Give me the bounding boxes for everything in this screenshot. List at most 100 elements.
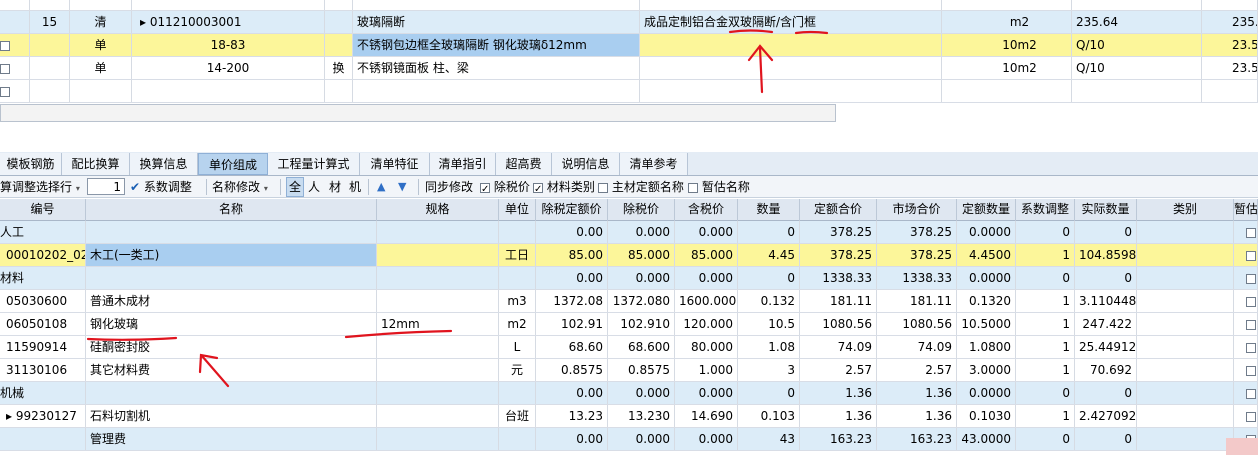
quantity-cell[interactable]: 3 (738, 359, 800, 381)
empty-row[interactable] (0, 80, 1258, 103)
group-row[interactable]: 机械 0.00 0.000 0.000 0 1.36 1.36 0.0000 0 0 (0, 382, 1258, 405)
tab-conversion-info[interactable]: 换算信息 (130, 153, 198, 175)
tab-description[interactable]: 说明信息 (552, 153, 620, 175)
name-cell[interactable] (86, 221, 377, 243)
resource-row[interactable]: 05030600 普通木成材 m3 1372.08 1372.080 1600.000 0.… (0, 290, 1258, 313)
header-unit[interactable]: 单位 (499, 199, 536, 221)
header-category[interactable]: 类别 (1137, 199, 1234, 221)
spec-cell[interactable] (377, 244, 499, 266)
code-cell[interactable]: 31130106 (0, 359, 86, 381)
tax-incl-price-cell[interactable]: 1600.000 (675, 290, 738, 312)
tab-bill-guide[interactable]: 清单指引 (430, 153, 496, 175)
feature-cell[interactable] (640, 57, 942, 79)
tax-excl-price-cell[interactable]: 0.000 (608, 382, 675, 404)
resource-row[interactable]: 00010202_02 木工(一类工) 工日 85.00 85.000 85.000 4.4… (0, 244, 1258, 267)
name-cell[interactable]: 管理费 (86, 428, 377, 450)
row-select-cell[interactable] (0, 0, 30, 10)
code-cell[interactable]: 18-83 (132, 34, 325, 56)
code-cell[interactable]: 11590914 (0, 336, 86, 358)
checkbox[interactable] (688, 182, 698, 193)
tax-excl-price-cell[interactable]: 13.230 (608, 405, 675, 427)
tax-excl-price-cell[interactable]: 0.000 (608, 428, 675, 450)
resource-row[interactable]: 31130106 其它材料费元 0.8575 0.8575 1.000 3 2.57 2.57… (0, 359, 1258, 382)
tab-mix-conversion[interactable]: 配比换算 (62, 153, 130, 175)
name-cell[interactable]: 普通木成材 (86, 290, 377, 312)
adjust-select-dropdown[interactable]: 调整选择行 ▾ (12, 176, 80, 198)
code-cell[interactable]: 06050108 (0, 313, 86, 335)
coefficient-cell[interactable]: 1 (1016, 405, 1075, 427)
calc-button[interactable]: 算 (0, 176, 12, 198)
header-code[interactable]: 编号 (0, 199, 86, 221)
qty-cell[interactable]: Q/10 (1072, 57, 1202, 79)
header-market-total[interactable]: 市场合价 (877, 199, 957, 221)
tab-bill-reference[interactable]: 清单参考 (620, 153, 688, 175)
coefficient-cell[interactable]: 1 (1016, 313, 1075, 335)
tab-template-rebar[interactable]: 模板钢筋 (0, 153, 62, 175)
quantity-cell[interactable]: 4.45 (738, 244, 800, 266)
resource-row[interactable]: 11590914 硅酮密封胶 L 68.60 68.600 80.000 1.08 74.09… (0, 336, 1258, 359)
provisional-checkbox[interactable] (1246, 250, 1256, 261)
code-cell[interactable]: 14-200 (132, 57, 325, 79)
coefficient-cell[interactable]: 0 (1016, 221, 1075, 243)
code-cell[interactable]: ▸ 99230127 (0, 405, 86, 427)
checkbox-checked[interactable]: ✓ (480, 182, 490, 195)
header-quota-total[interactable]: 定额合价 (800, 199, 877, 221)
coefficient-cell[interactable]: 0 (1016, 428, 1075, 450)
spec-cell[interactable] (377, 359, 499, 381)
splitter[interactable] (0, 122, 1258, 152)
tab-height-fee[interactable]: 超高费 (496, 153, 552, 175)
coefficient-cell[interactable]: 1 (1016, 290, 1075, 312)
spec-cell[interactable]: 12mm (377, 313, 499, 335)
tax-excl-price-cell[interactable]: 68.600 (608, 336, 675, 358)
code-cell[interactable]: 00010202_02 (0, 244, 86, 266)
quantity-cell[interactable]: 0.132 (738, 290, 800, 312)
coefficient-cell[interactable]: 1 (1016, 336, 1075, 358)
arrow-up-icon[interactable]: ▲ (377, 176, 385, 198)
quantity-cell[interactable]: 1.08 (738, 336, 800, 358)
row-checkbox[interactable] (0, 86, 10, 97)
header-coefficient[interactable]: 系数调整 (1016, 199, 1075, 221)
tax-excl-price-cell[interactable]: 0.000 (608, 221, 675, 243)
provisional-checkbox[interactable] (1246, 319, 1256, 330)
tax-excl-price-cell[interactable]: 1372.080 (608, 290, 675, 312)
feature-cell[interactable] (640, 34, 942, 56)
tax-incl-price-cell[interactable]: 0.000 (675, 382, 738, 404)
tax-excl-price-cell[interactable]: 0.8575 (608, 359, 675, 381)
arrow-down-icon[interactable]: ▼ (398, 176, 406, 198)
filter-material-button[interactable]: 材 (329, 176, 341, 198)
provisional-checkbox[interactable] (1246, 388, 1256, 399)
header-provisional[interactable]: 暂估 (1234, 199, 1258, 221)
filter-all-button[interactable]: 全 (286, 177, 305, 197)
tax-incl-price-cell[interactable]: 14.690 (675, 405, 738, 427)
header-tax-excl-quota-price[interactable]: 除税定额价 (536, 199, 608, 221)
coefficient-cell[interactable]: 1 (1016, 244, 1075, 266)
tax-excl-price-cell[interactable]: 85.000 (608, 244, 675, 266)
code-cell[interactable]: 机械 (0, 382, 86, 404)
coefficient-cell[interactable]: 1 (1016, 359, 1075, 381)
temp-name-checkbox[interactable]: 暂估名称 (688, 176, 750, 198)
tab-unit-price-composition[interactable]: 单价组成 (198, 153, 268, 175)
name-cell-selected[interactable]: 不锈钢包边框全玻璃隔断 钢化玻璃δ12mm (353, 34, 640, 56)
row-checkbox[interactable] (0, 63, 10, 74)
checkbox[interactable] (598, 182, 608, 193)
checkbox-checked[interactable]: ✓ (533, 182, 543, 195)
group-row[interactable]: 材料 0.00 0.000 0.000 0 1338.33 1338.33 0.0000 0 0 (0, 267, 1258, 290)
name-cell[interactable]: 钢化玻璃 (86, 313, 377, 335)
name-cell[interactable]: 不锈钢镜面板 柱、梁 (353, 57, 640, 79)
horizontal-scrollbar[interactable] (0, 104, 836, 122)
provisional-checkbox[interactable] (1246, 296, 1256, 307)
row-checkbox[interactable] (0, 40, 10, 51)
group-row[interactable]: 人工 0.00 0.000 0.000 0 378.25 378.25 0.0000 0 0 (0, 221, 1258, 244)
qty-cell[interactable]: Q/10 (1072, 34, 1202, 56)
coefficient-cell[interactable]: 0 (1016, 382, 1075, 404)
tax-excl-price-cell[interactable]: 0.000 (608, 267, 675, 289)
main-material-name-checkbox[interactable]: 主材定额名称 (598, 176, 684, 198)
header-quantity[interactable]: 数量 (738, 199, 800, 221)
provisional-checkbox[interactable] (1246, 273, 1256, 284)
coefficient-input[interactable]: 1 (87, 178, 125, 195)
code-cell[interactable] (0, 428, 86, 450)
spec-cell[interactable] (377, 336, 499, 358)
name-cell[interactable]: 其它材料费 (86, 359, 377, 381)
header-name[interactable]: 名称 (86, 199, 377, 221)
tax-incl-price-cell[interactable]: 80.000 (675, 336, 738, 358)
